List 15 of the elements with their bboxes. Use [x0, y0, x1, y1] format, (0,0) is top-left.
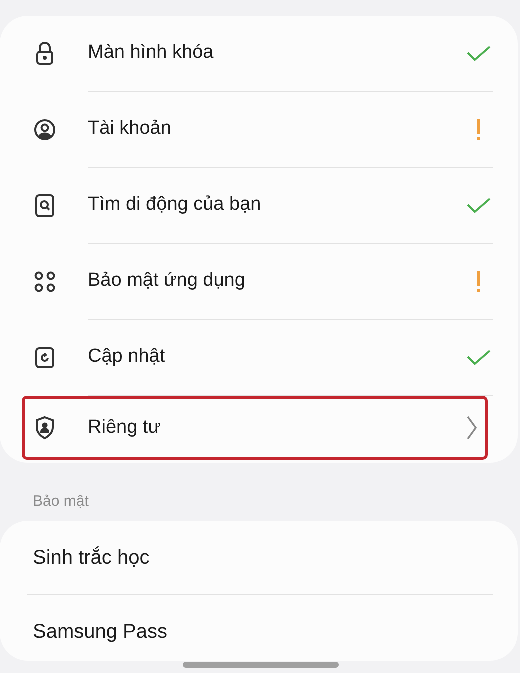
- row-label: Riêng tư: [88, 416, 162, 440]
- row-label: Tài khoản: [88, 117, 172, 142]
- row-label: Màn hình khóa: [88, 41, 215, 66]
- settings-row[interactable]: Bảo mật ứng dụng: [0, 244, 518, 319]
- row-label[interactable]: Sinh trắc học: [33, 542, 150, 572]
- settings-row[interactable]: Tài khoản: [0, 92, 518, 167]
- settings-row[interactable]: Tìm di động của bạn: [0, 168, 518, 243]
- settings-row[interactable]: Màn hình khóa: [0, 16, 518, 91]
- settings-row[interactable]: Riêng tư: [22, 396, 488, 460]
- row-label: Tìm di động của bạn: [88, 193, 262, 218]
- row-label[interactable]: Samsung Pass: [33, 616, 168, 646]
- row-label: Cập nhật: [88, 345, 166, 370]
- settings-row[interactable]: Cập nhật: [0, 320, 518, 395]
- row-label: Bảo mật ứng dụng: [88, 269, 246, 294]
- section-header: Bảo mật: [32, 492, 90, 512]
